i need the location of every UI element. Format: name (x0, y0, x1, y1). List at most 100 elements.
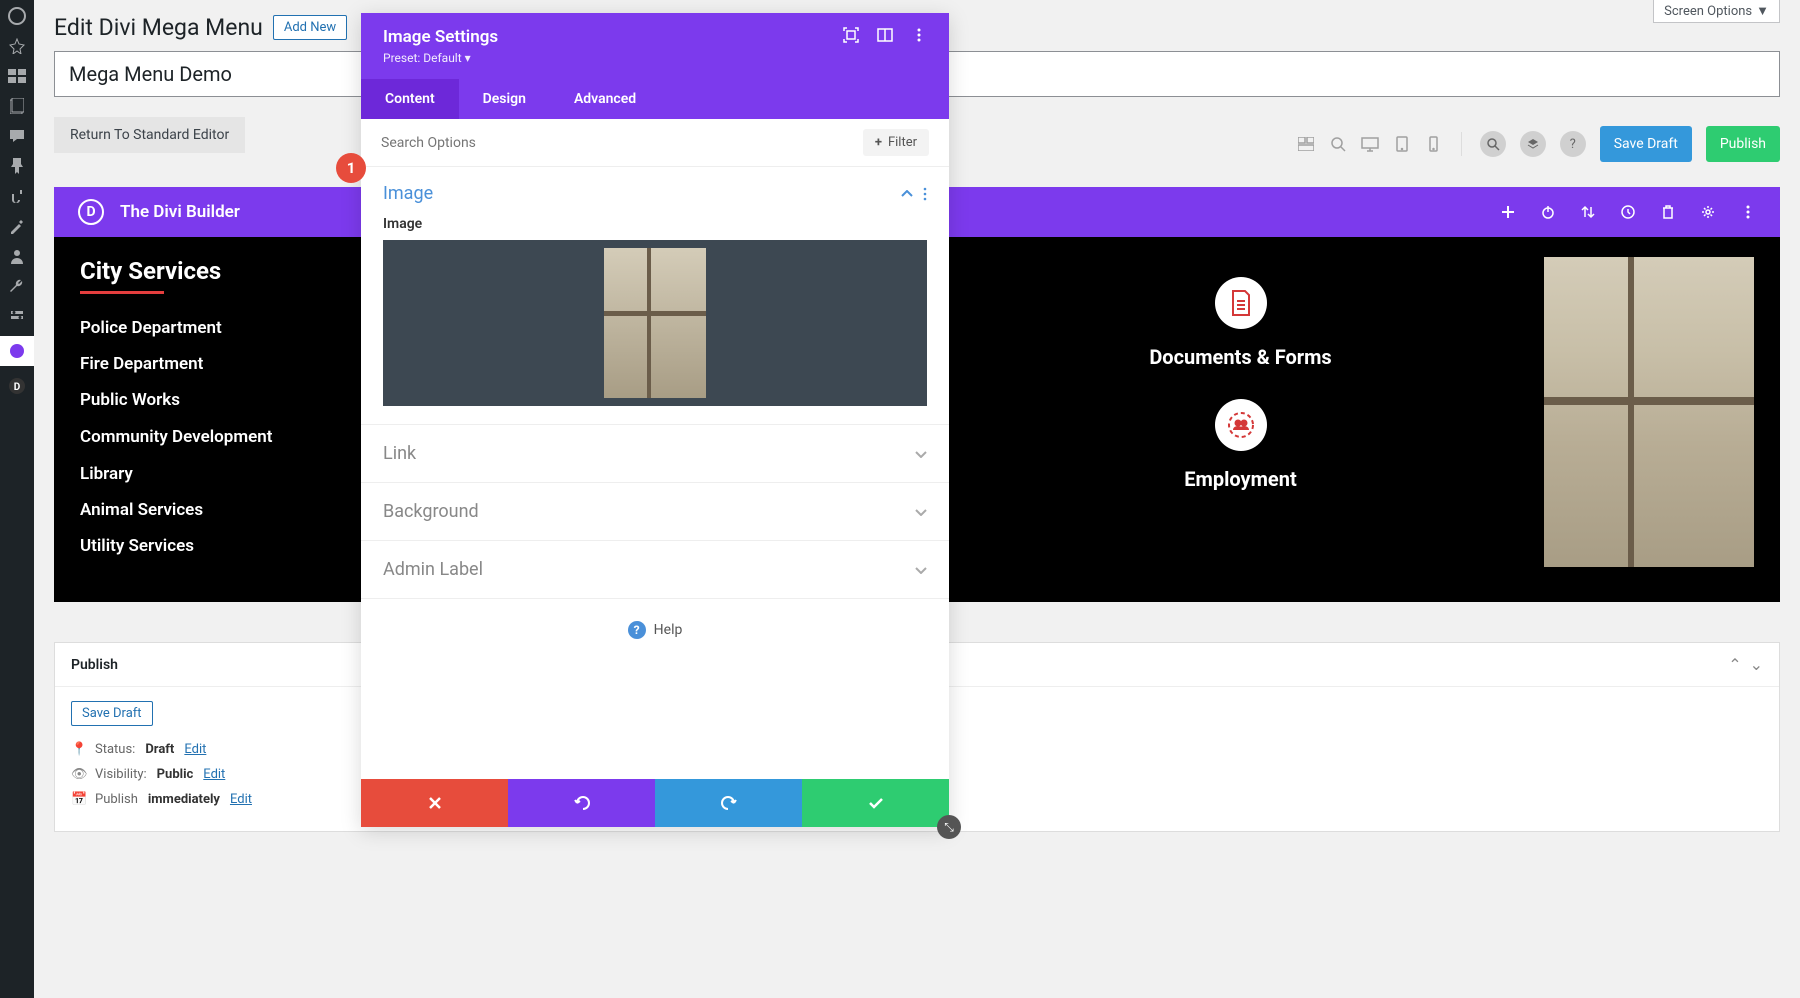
tools-icon[interactable] (7, 276, 27, 296)
quick-links-column: Documents & Forms Employment (967, 257, 1514, 572)
layers-circle-icon[interactable] (1520, 131, 1546, 157)
menu-link[interactable]: Police Department (80, 318, 360, 338)
screen-options-tab[interactable]: Screen Options ▼ (1653, 0, 1780, 23)
pin2-icon[interactable] (7, 156, 27, 176)
filter-button[interactable]: +Filter (863, 129, 929, 156)
zoom-icon[interactable] (1329, 135, 1347, 153)
sort-icon[interactable] (1580, 204, 1596, 220)
media-icon[interactable] (7, 66, 27, 86)
menu-link[interactable]: Library (80, 464, 360, 484)
wireframe-icon[interactable] (1297, 135, 1315, 153)
calendar-icon: 📅 (71, 792, 85, 807)
search-circle-icon[interactable] (1480, 131, 1506, 157)
bridge-image[interactable] (1544, 257, 1754, 567)
help-label: Help (654, 622, 683, 638)
chevron-down-icon: ▾ (465, 51, 471, 65)
employment-icon (1215, 399, 1267, 451)
add-icon[interactable] (1500, 204, 1516, 220)
tab-advanced[interactable]: Advanced (550, 79, 660, 119)
comments-icon[interactable] (7, 126, 27, 146)
visibility-label: Visibility: (95, 767, 147, 782)
chevron-up-icon (901, 190, 913, 198)
power-icon[interactable] (1540, 204, 1556, 220)
dashboard-icon[interactable] (7, 6, 27, 26)
plugins-icon[interactable] (7, 186, 27, 206)
phone-icon[interactable] (1425, 135, 1443, 153)
save-button[interactable] (802, 779, 949, 827)
wp-admin-sidebar: D (0, 0, 34, 998)
desktop-icon[interactable] (1361, 135, 1379, 153)
snap-icon[interactable] (843, 27, 859, 43)
menu-link[interactable]: Public Works (80, 390, 360, 410)
publish-button[interactable]: Publish (1706, 126, 1780, 162)
menu-link[interactable]: Animal Services (80, 500, 360, 520)
pages-icon[interactable] (7, 96, 27, 116)
edit-schedule-link[interactable]: Edit (230, 792, 252, 807)
section-title: Background (383, 501, 479, 522)
dual-panel-icon[interactable] (877, 27, 893, 43)
quick-link-item[interactable]: Documents & Forms (1149, 277, 1331, 369)
more-vertical-icon[interactable] (1740, 204, 1756, 220)
cancel-button[interactable] (361, 779, 508, 827)
gear-icon[interactable] (1700, 204, 1716, 220)
divi-logo-icon: D (78, 199, 104, 225)
tablet-icon[interactable] (1393, 135, 1411, 153)
more-vertical-icon[interactable] (911, 27, 927, 43)
quick-link-label: Documents & Forms (1149, 345, 1331, 369)
edit-status-link[interactable]: Edit (184, 742, 206, 757)
menu-link[interactable]: Community Development (80, 426, 360, 448)
visibility-value: Public (157, 767, 194, 782)
more-vertical-icon[interactable] (923, 187, 927, 201)
section-header-admin-label[interactable]: Admin Label (361, 540, 949, 598)
quick-link-label: Employment (1184, 467, 1296, 491)
chevron-down-icon (915, 566, 927, 574)
section-header-link[interactable]: Link (361, 424, 949, 482)
section-header-image[interactable]: Image (361, 167, 949, 216)
modal-header[interactable]: Image Settings Preset: Default ▾ (361, 13, 949, 79)
modal-title: Image Settings (383, 27, 498, 47)
resize-handle[interactable]: ⤡ (937, 815, 961, 839)
modal-tabs: Content Design Advanced (361, 79, 949, 119)
help-icon: ? (628, 621, 646, 639)
schedule-label: Publish (95, 792, 138, 807)
pin-icon[interactable] (7, 36, 27, 56)
active-menu-icon[interactable] (0, 336, 34, 366)
annotation-marker-1: 1 (336, 153, 366, 183)
menu-link[interactable]: Utility Services (80, 536, 360, 556)
metabox-save-draft-button[interactable]: Save Draft (71, 701, 153, 726)
tab-content[interactable]: Content (361, 79, 459, 119)
schedule-value: immediately (148, 792, 220, 807)
menu-link[interactable]: Fire Department (80, 354, 360, 374)
redo-button[interactable] (655, 779, 802, 827)
help-circle-icon[interactable]: ? (1560, 131, 1586, 157)
section-header-background[interactable]: Background (361, 482, 949, 540)
quick-link-item[interactable]: Employment (1184, 399, 1296, 491)
divi-builder-title: The Divi Builder (120, 202, 240, 222)
status-label: Status: (95, 742, 135, 757)
section-title: Admin Label (383, 559, 483, 580)
settings-icon-sb[interactable] (7, 306, 27, 326)
section-title: Link (383, 443, 416, 464)
appearance-icon[interactable] (7, 216, 27, 236)
tab-design[interactable]: Design (459, 79, 550, 119)
trash-icon[interactable] (1660, 204, 1676, 220)
save-draft-button[interactable]: Save Draft (1600, 126, 1692, 162)
add-new-button[interactable]: Add New (273, 15, 347, 40)
screen-options-label: Screen Options (1664, 4, 1752, 19)
history-icon[interactable] (1620, 204, 1636, 220)
image-upload-well[interactable] (383, 240, 927, 406)
users-icon[interactable] (7, 246, 27, 266)
modal-preset[interactable]: Preset: Default ▾ (383, 51, 498, 65)
search-options-input[interactable] (381, 135, 853, 151)
divi-icon[interactable]: D (7, 376, 27, 396)
builder-toolbar: ? Save Draft Publish (1297, 126, 1780, 162)
modal-search-row: +Filter (361, 119, 949, 167)
metabox-down-icon[interactable]: ⌄ (1750, 655, 1763, 674)
help-row[interactable]: ? Help (361, 598, 949, 779)
undo-button[interactable] (508, 779, 655, 827)
chevron-down-icon: ▼ (1756, 3, 1769, 19)
metabox-up-icon[interactable]: ⌃ (1728, 655, 1741, 674)
return-standard-editor-button[interactable]: Return To Standard Editor (54, 117, 245, 153)
page-title: Edit Divi Mega Menu (54, 14, 263, 41)
edit-visibility-link[interactable]: Edit (203, 767, 225, 782)
